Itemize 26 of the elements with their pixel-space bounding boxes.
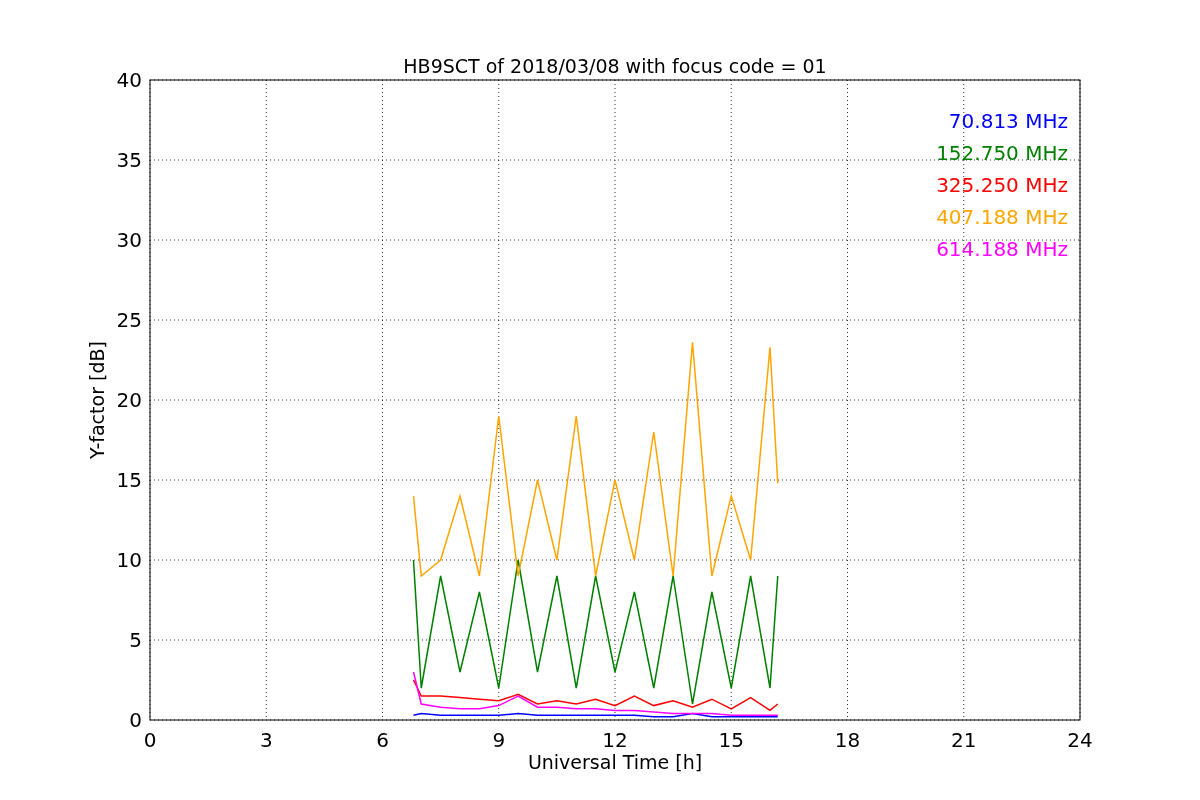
legend-label: 325.250 MHz (936, 173, 1068, 197)
x-tick-label: 6 (376, 728, 389, 752)
y-tick-label: 40 (116, 68, 142, 92)
x-axis-label: Universal Time [h] (527, 751, 703, 773)
x-tick-label: 21 (951, 728, 977, 752)
legend-label: 152.750 MHz (936, 141, 1068, 165)
x-tick-label: 0 (143, 728, 157, 752)
y-tick-label: 15 (116, 468, 142, 492)
x-tick-label: 15 (718, 728, 744, 752)
y-tick-label: 0 (129, 708, 142, 732)
x-tick-label: 18 (834, 728, 861, 752)
x-tick-label: 12 (602, 728, 628, 752)
x-tick-label: 9 (492, 728, 506, 752)
y-tick-label: 5 (129, 628, 142, 652)
y-tick-label: 35 (116, 148, 142, 172)
legend-label: 70.813 MHz (948, 109, 1068, 133)
y-tick-label: 30 (116, 228, 142, 252)
x-tick-label: 24 (1067, 728, 1093, 752)
y-tick-label: 20 (116, 388, 142, 412)
chart-title: HB9SCT of 2018/03/08 with focus code = 01 (403, 55, 827, 77)
y-tick-label: 10 (116, 548, 142, 572)
y-tick-label: 25 (116, 308, 142, 332)
legend-label: 407.188 MHz (936, 205, 1068, 229)
legend-label: 614.188 MHz (936, 237, 1068, 261)
x-tick-label: 3 (259, 728, 273, 752)
y-axis-label: Y-factor [dB] (86, 341, 108, 459)
